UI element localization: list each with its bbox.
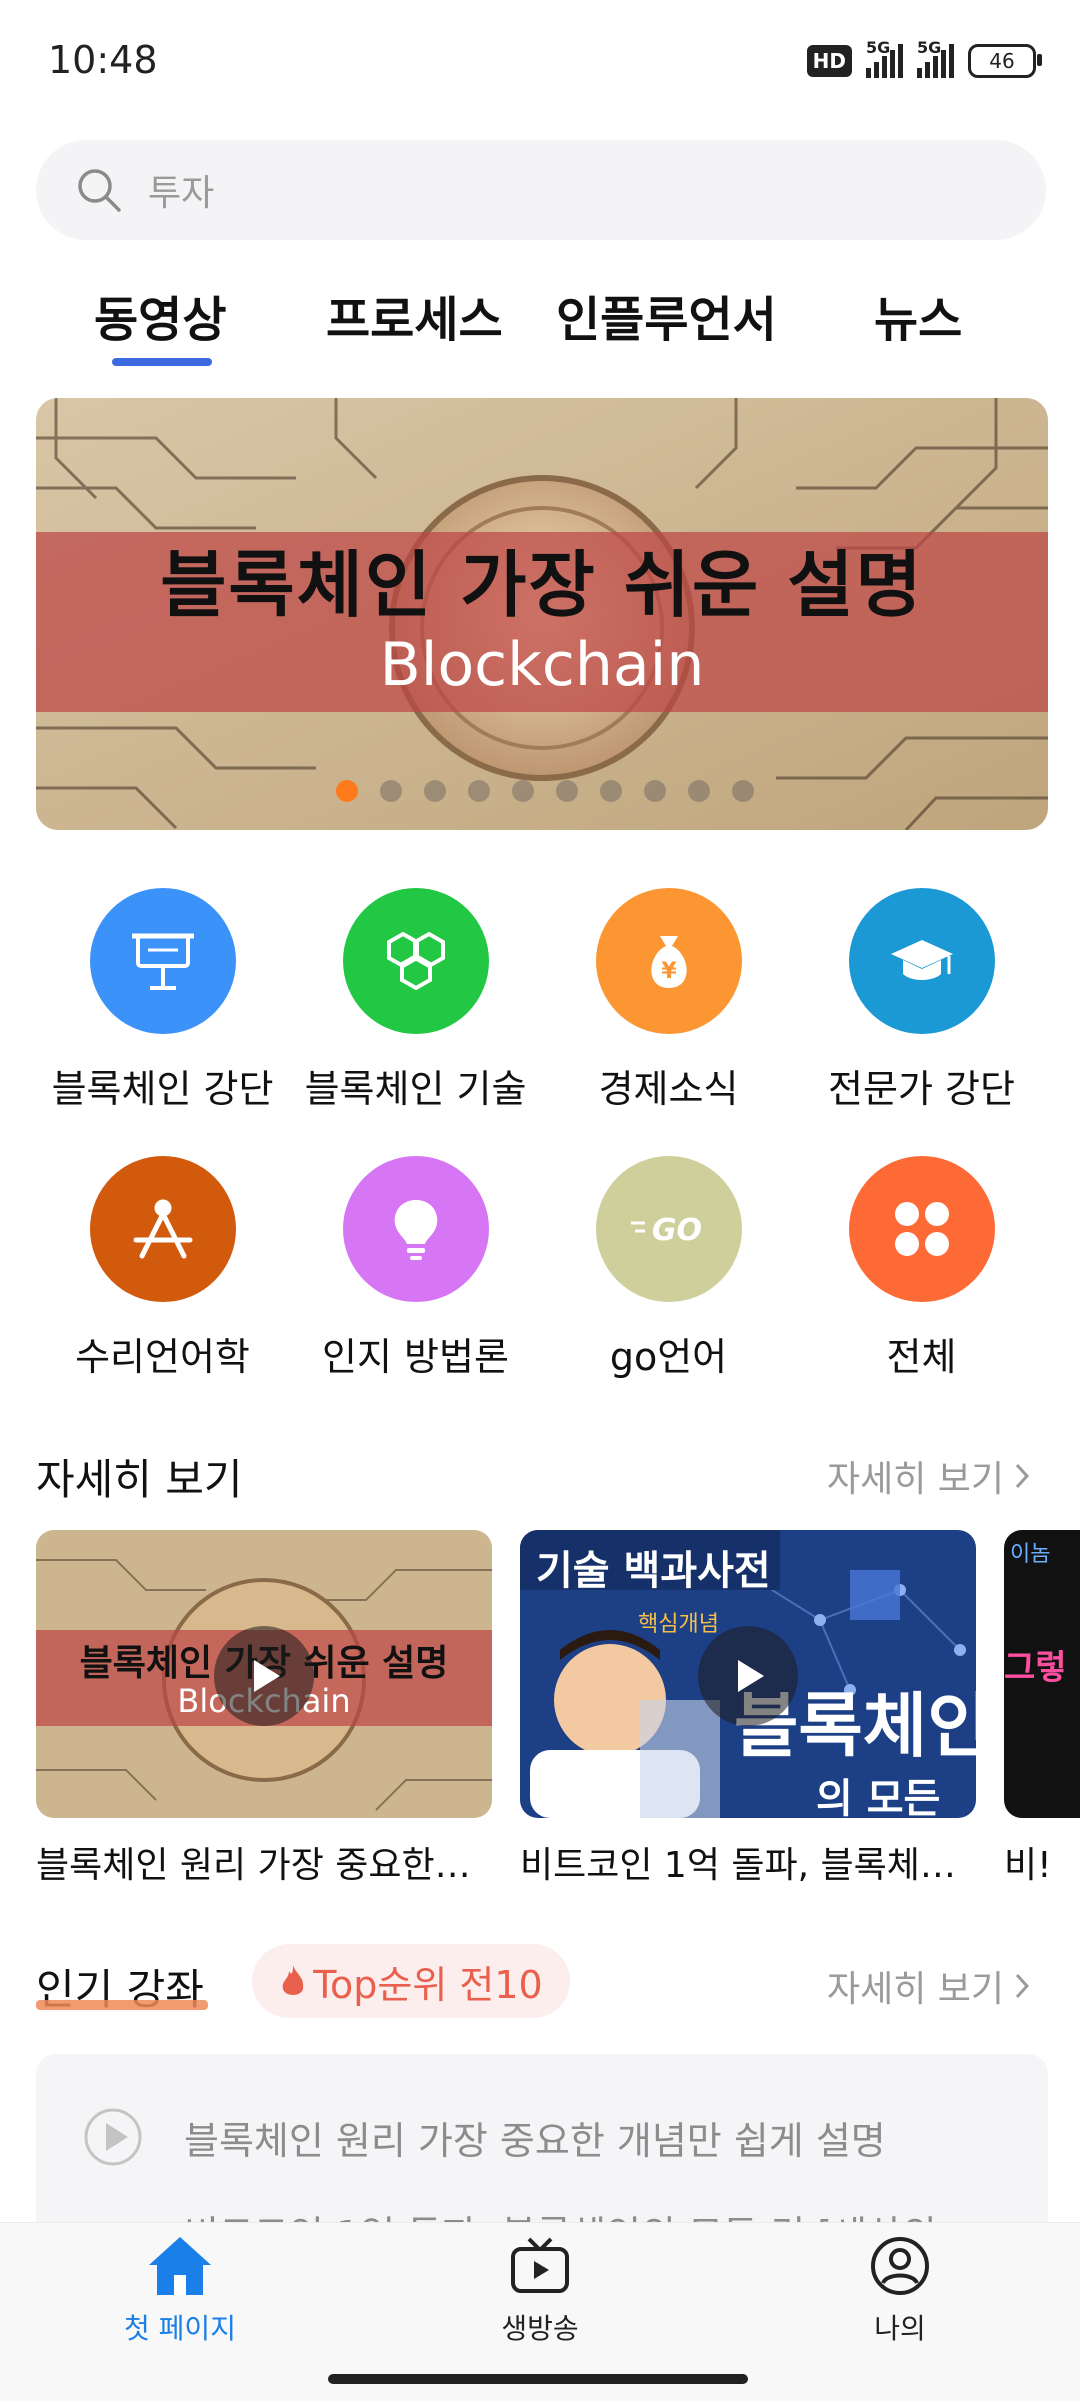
tab-video[interactable]: 동영상 <box>94 280 226 350</box>
video-card[interactable]: 기술 백과사전 핵심개념 블록체인 의 모든 것 비트코인 1억 돌파, 블록체… <box>520 1530 976 1888</box>
category-economy-news[interactable]: ¥ 경제소식 <box>542 888 795 1113</box>
flame-icon <box>282 1965 304 1995</box>
live-tv-icon <box>511 2237 569 2293</box>
search-icon <box>78 169 121 212</box>
tab-influencer[interactable]: 인플루언서 <box>556 280 777 350</box>
play-icon[interactable] <box>214 1626 314 1726</box>
more-label: 자세히 보기 <box>826 1969 1004 2010</box>
section-title-detail: 자세히 보기 <box>36 1455 243 1504</box>
graduation-cap-icon <box>848 888 995 1034</box>
category-cognitive-method[interactable]: 인지 방법론 <box>289 1156 542 1381</box>
carousel-dot <box>644 780 666 802</box>
go-logo-icon: GO <box>595 1156 742 1302</box>
search-input[interactable]: 투자 <box>148 164 214 216</box>
hd-voice-icon: HD <box>806 45 852 77</box>
status-icons: HD 5G 5G 46 <box>806 38 1042 78</box>
category-label: 전문가 강단 <box>828 1067 1015 1111</box>
category-go-language[interactable]: GO go언어 <box>542 1156 795 1381</box>
category-blockchain-lecture[interactable]: 블록체인 강단 <box>36 888 289 1113</box>
nav-label: 첫 페이지 <box>124 2312 236 2345</box>
category-math-linguistics[interactable]: 수리언어학 <box>36 1156 289 1381</box>
category-expert-lecture[interactable]: 전문가 강단 <box>795 888 1048 1113</box>
category-label: 인지 방법론 <box>322 1335 509 1379</box>
signal-icon: 5G <box>866 38 903 78</box>
video-card[interactable]: 이놈 그렇 비! <box>1004 1530 1080 1888</box>
search-bar[interactable]: 투자 <box>36 140 1046 240</box>
thumbnail-small-text: 핵심개념 <box>638 1612 719 1637</box>
video-caption: 블록체인 원리 가장 중요한… <box>36 1845 471 1886</box>
nav-live[interactable]: 생방송 <box>440 2235 640 2347</box>
carousel-dot <box>556 780 578 802</box>
video-thumbnail: 블록체인 가장 쉬운 설명 Blockchain <box>36 1530 492 1818</box>
carousel-dot <box>468 780 490 802</box>
chevron-right-icon <box>1015 1973 1030 1999</box>
thumbnail-subtitle: 의 모든 것 <box>816 1776 941 1818</box>
nav-label: 나의 <box>874 2312 926 2345</box>
home-icon <box>149 2237 211 2295</box>
popular-more-link[interactable]: 자세히 보기 <box>827 1960 1030 2012</box>
video-caption: 비! <box>1004 1845 1052 1886</box>
profile-icon <box>871 2237 929 2295</box>
nav-profile[interactable]: 나의 <box>800 2235 1000 2347</box>
carousel-dot <box>600 780 622 802</box>
chevron-right-icon <box>1015 1463 1030 1489</box>
play-icon[interactable] <box>698 1626 798 1726</box>
presentation-board-icon <box>89 888 236 1034</box>
compass-icon <box>89 1156 236 1302</box>
banner-title: 블록체인 가장 쉬운 설명 <box>160 543 924 627</box>
badge-label: Top순위 전10 <box>313 1962 543 2007</box>
video-thumbnail: 기술 백과사전 핵심개념 블록체인 의 모든 것 <box>520 1530 976 1818</box>
carousel-dot <box>512 780 534 802</box>
banner-subtitle: Blockchain <box>379 630 705 700</box>
banner-carousel[interactable]: 블록체인 가장 쉬운 설명 Blockchain <box>36 398 1048 830</box>
battery-icon: 46 <box>968 44 1042 78</box>
nav-home[interactable]: 첫 페이지 <box>80 2235 280 2347</box>
tab-bar: 동영상 프로세스 인플루언서 뉴스 <box>36 280 1046 370</box>
carousel-dot <box>688 780 710 802</box>
category-label: 전체 <box>886 1335 957 1379</box>
category-label: 블록체인 기술 <box>304 1067 527 1111</box>
four-leaf-icon <box>848 1156 995 1302</box>
active-tab-indicator <box>112 358 212 366</box>
category-blockchain-tech[interactable]: 블록체인 기술 <box>289 888 542 1113</box>
home-indicator[interactable] <box>328 2374 748 2384</box>
carousel-dot <box>732 780 754 802</box>
category-all[interactable]: 전체 <box>795 1156 1048 1381</box>
lightbulb-icon <box>342 1156 489 1302</box>
list-item[interactable]: 블록체인 원리 가장 중요한 개념만 쉽게 설명 <box>184 2110 886 2165</box>
video-card[interactable]: 블록체인 가장 쉬운 설명 Blockchain 블록체인 원리 가장 중요한… <box>36 1530 492 1888</box>
thumbnail-title: 이놈 <box>1010 1542 1051 1567</box>
category-label: 경제소식 <box>598 1067 739 1111</box>
signal-icon: 5G <box>917 38 954 78</box>
video-caption: 비트코인 1억 돌파, 블록체… <box>520 1845 956 1886</box>
video-thumbnail: 이놈 그렇 <box>1004 1530 1080 1818</box>
category-label: go언어 <box>609 1335 728 1379</box>
thumbnail-subtitle: 그렇 <box>1004 1648 1067 1688</box>
carousel-dot <box>380 780 402 802</box>
tab-news[interactable]: 뉴스 <box>874 280 962 350</box>
detail-more-link[interactable]: 자세히 보기 <box>827 1450 1030 1502</box>
title-underline <box>36 2000 208 2010</box>
carousel-dot-active <box>336 780 358 802</box>
hexagon-blocks-icon <box>342 888 489 1034</box>
status-time: 10:48 <box>48 38 158 82</box>
thumbnail-banner: 기술 백과사전 <box>536 1548 771 1594</box>
play-circle-icon <box>84 2108 142 2166</box>
svg-text:¥: ¥ <box>661 959 677 984</box>
money-bag-icon: ¥ <box>595 888 742 1034</box>
top10-badge[interactable]: Top순위 전10 <box>252 1944 570 2018</box>
carousel-indicator <box>336 780 754 802</box>
svg-text:GO: GO <box>651 1213 701 1248</box>
nav-label: 생방송 <box>501 2312 579 2345</box>
tab-process[interactable]: 프로세스 <box>326 280 503 350</box>
carousel-dot <box>424 780 446 802</box>
category-label: 블록체인 강단 <box>51 1067 274 1111</box>
more-label: 자세히 보기 <box>826 1459 1004 1500</box>
category-label: 수리언어학 <box>75 1335 250 1379</box>
section-title-popular: 인기 강좌 <box>36 1956 208 2017</box>
